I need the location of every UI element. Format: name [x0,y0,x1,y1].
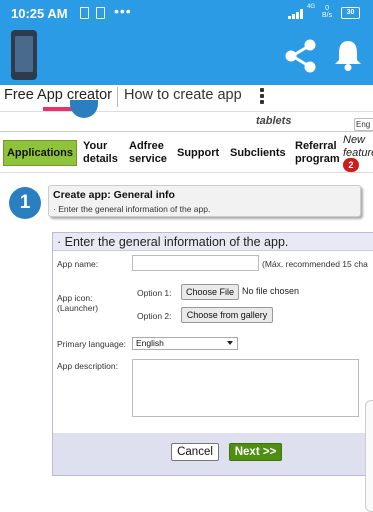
speed-value: 0 [325,5,330,12]
screen: 10:25 AM ••• 4G 0 B/s 30 Free App creato… [0,0,373,512]
form-body: App name: (Máx. recommended 15 cha App i… [53,251,373,433]
sim-icon [96,7,105,19]
app-description-label: App description: [57,361,118,371]
choose-file-button[interactable]: Choose File [181,284,239,300]
file-status: No file chosen [242,286,300,296]
nav-item-adfree-service[interactable]: Adfree service [129,140,167,166]
tab-how-to-create-app[interactable]: How to create app [124,87,242,103]
nav-label: service [129,153,167,165]
step-number-badge: 1 [9,187,41,219]
tab-bar: Free App creator How to create app [0,85,373,112]
step-subtitle: · Enter the general information of the a… [53,204,211,214]
phone-logo-icon [11,30,37,80]
choose-from-gallery-button[interactable]: Choose from gallery [181,307,273,323]
nav-item-support[interactable]: Support [177,147,219,160]
app-name-label: App name: [57,259,99,269]
header-tagline: tablets [256,115,292,127]
share-icon[interactable] [282,38,318,74]
speed-unit: B/s [322,12,333,19]
nav-label: Your [83,140,108,152]
signal-icon [288,9,306,19]
nav-item-applications[interactable]: Applications [3,140,77,166]
dropdown-arrow-icon [227,341,233,345]
app-name-input[interactable] [132,255,259,271]
step-header: Create app: General info · Enter the gen… [48,185,361,217]
form-header: · Enter the general information of the a… [53,233,373,251]
app-bar [0,28,373,85]
nav-label: Adfree [129,140,164,152]
new-features-badge: 2 [343,158,359,172]
nav-label: program [295,153,340,165]
option2-label: Option 2: [137,311,172,321]
app-icon-sublabel: (Launcher) [57,303,99,313]
nav-divider [0,131,373,132]
side-panel-handle[interactable] [365,400,373,512]
app-description-textarea[interactable] [132,359,359,417]
site-logo [70,100,98,118]
notification-icon [80,7,89,19]
primary-language-select[interactable]: English [132,337,238,350]
nav-item-your-details[interactable]: Your details [83,140,118,166]
nav-bottom-divider [0,172,373,173]
status-bar: 10:25 AM ••• 4G 0 B/s 30 [0,0,373,28]
nav-label: Referral [295,140,337,152]
network-type: 4G [307,4,316,10]
more-notifications-icon: ••• [114,3,132,19]
active-tab-indicator [43,107,73,111]
step-title: Create app: General info [53,189,175,201]
bell-icon[interactable] [332,38,364,72]
app-icon-label: App icon: [57,293,93,303]
cancel-button[interactable]: Cancel [171,443,219,461]
battery-icon: 30 [341,7,360,19]
nav-item-subclients[interactable]: Subclients [230,147,286,160]
option1-label: Option 1: [137,288,172,298]
primary-language-label: Primary language: [57,339,126,349]
nav-item-new-features[interactable]: New features [343,134,373,160]
network-speed: 0 B/s [322,5,332,19]
app-name-hint: (Máx. recommended 15 cha [262,259,368,269]
next-button[interactable]: Next >> [229,443,282,461]
clock: 10:25 AM [11,6,68,21]
nav-item-referral-program[interactable]: Referral program [295,140,340,166]
nav-label: details [83,153,118,165]
language-selector[interactable]: Eng [354,118,373,131]
selected-language: English [136,338,164,348]
nav-label: New [343,134,366,146]
tab-divider [117,87,118,107]
general-info-form: · Enter the general information of the a… [52,232,373,476]
form-title: · Enter the general information of the a… [57,235,289,249]
more-vert-icon[interactable] [258,87,266,109]
